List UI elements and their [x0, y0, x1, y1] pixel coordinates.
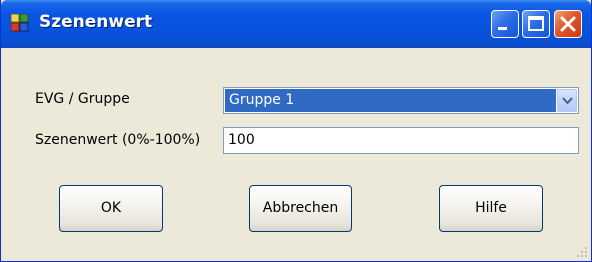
close-icon: [560, 16, 576, 32]
szenenwert-input[interactable]: 100: [223, 127, 579, 154]
hilfe-button[interactable]: Hilfe: [439, 185, 543, 232]
minimize-icon: [498, 27, 507, 30]
close-button[interactable]: [554, 10, 582, 38]
evg-gruppe-label: EVG / Gruppe: [35, 91, 130, 107]
maximize-button[interactable]: [522, 10, 550, 38]
maximize-icon: [528, 16, 544, 31]
ok-button[interactable]: OK: [59, 185, 163, 232]
dropdown-button[interactable]: [557, 89, 577, 112]
evg-gruppe-selected-value: Gruppe 1: [225, 89, 556, 112]
window-title: Szenenwert: [39, 12, 153, 32]
app-icon: [10, 13, 29, 32]
abbrechen-button[interactable]: Abbrechen: [249, 185, 352, 232]
title-bar[interactable]: Szenenwert: [1, 0, 591, 48]
minimize-button[interactable]: [491, 10, 519, 38]
chevron-down-icon: [562, 97, 573, 105]
evg-gruppe-dropdown[interactable]: Gruppe 1: [223, 87, 579, 114]
resize-grip-icon[interactable]: [576, 246, 588, 258]
dialog-window: Szenenwert EVG / Gruppe Gruppe 1 Szenenw…: [0, 0, 592, 262]
szenenwert-label: Szenenwert (0%-100%): [35, 132, 201, 148]
